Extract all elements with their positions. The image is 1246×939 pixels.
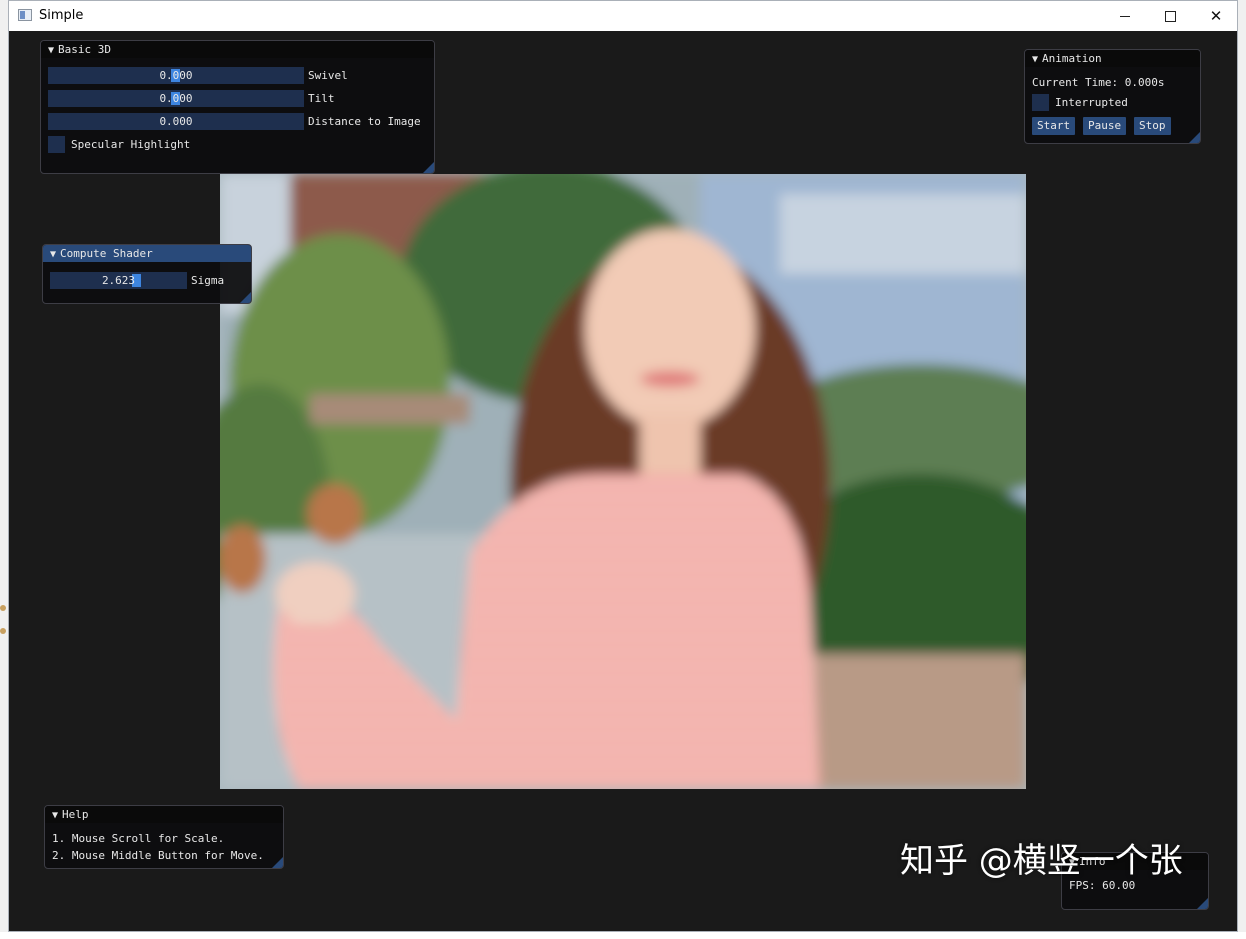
pause-button[interactable]: Pause [1083, 117, 1127, 135]
collapse-arrow-icon[interactable]: ▼ [1032, 51, 1038, 68]
distance-row: 0.000 Distance to Image [48, 113, 428, 131]
tilt-row: 0.000 Tilt [48, 90, 428, 108]
basic3d-panel[interactable]: ▼ Basic 3D 0.000 Swivel 0.000 Tilt 0.000 [40, 40, 435, 174]
panel-title-text: Help [62, 808, 89, 821]
app-window-icon [18, 9, 32, 21]
distance-label: Distance to Image [308, 115, 421, 128]
photo-image [220, 174, 1026, 789]
minimize-icon [1120, 16, 1130, 17]
current-time-text: Current Time: 0.000s [1032, 76, 1165, 89]
render-viewport[interactable]: ▼ Basic 3D 0.000 Swivel 0.000 Tilt 0.000 [9, 31, 1237, 931]
collapse-arrow-icon[interactable]: ▼ [50, 246, 56, 263]
distance-slider[interactable]: 0.000 [48, 113, 304, 130]
resize-grip-icon[interactable] [1189, 132, 1200, 143]
start-button[interactable]: Start [1032, 117, 1076, 135]
compute-shader-panel[interactable]: ▼ Compute Shader 2.623 Sigma [42, 244, 252, 304]
interrupted-checkbox[interactable] [1032, 94, 1049, 111]
stop-button[interactable]: Stop [1134, 117, 1171, 135]
panel-title-text: Compute Shader [60, 247, 153, 260]
animation-panel[interactable]: ▼ Animation Current Time: 0.000s Interrup… [1024, 49, 1201, 144]
resize-grip-icon[interactable] [1197, 898, 1208, 909]
maximize-icon [1164, 11, 1176, 22]
close-icon: ✕ [1209, 7, 1223, 25]
close-button[interactable]: ✕ [1193, 1, 1239, 31]
tilt-slider[interactable]: 0.000 [48, 90, 304, 107]
bottom-edge [0, 932, 1246, 939]
minimize-button[interactable] [1102, 1, 1148, 31]
specular-label: Specular Highlight [71, 138, 191, 151]
help-panel[interactable]: ▼ Help 1. Mouse Scroll for Scale. 2. Mous… [44, 805, 284, 869]
window-title: Simple [39, 8, 84, 23]
slider-value: 0.000 [159, 115, 193, 128]
slider-value: 2.623 [101, 274, 136, 287]
help-panel-title[interactable]: ▼ Help [45, 806, 283, 823]
tilt-label: Tilt [308, 92, 335, 105]
blurred-photo [220, 174, 1026, 789]
collapse-arrow-icon[interactable]: ▼ [48, 42, 54, 59]
collapse-arrow-icon[interactable]: ▼ [52, 807, 58, 824]
edge-dot [0, 628, 6, 634]
specular-checkbox[interactable] [48, 136, 65, 153]
slider-value: 0.000 [159, 69, 193, 82]
animation-panel-title[interactable]: ▼ Animation [1025, 50, 1200, 67]
swivel-slider[interactable]: 0.000 [48, 67, 304, 84]
resize-grip-icon[interactable] [240, 292, 251, 303]
compute-panel-title[interactable]: ▼ Compute Shader [43, 245, 251, 262]
edge-dot [0, 605, 6, 611]
resize-grip-icon[interactable] [423, 162, 434, 173]
maximize-button[interactable] [1147, 1, 1193, 31]
watermark-text: 知乎 @横竖一个张 [900, 841, 1183, 881]
panel-title-text: Animation [1042, 52, 1102, 65]
app-window: Simple ✕ ▼ Basic 3D 0.000 Swivel 0.000 T… [8, 0, 1238, 932]
help-line: 2. Mouse Middle Button for Move. [52, 849, 264, 862]
basic3d-panel-title[interactable]: ▼ Basic 3D [41, 41, 434, 58]
panel-title-text: Basic 3D [58, 43, 112, 56]
title-bar[interactable]: Simple ✕ [9, 1, 1237, 31]
specular-row: Specular Highlight [48, 136, 348, 154]
slider-value: 0.000 [159, 92, 193, 105]
swivel-label: Swivel [308, 69, 348, 82]
help-line: 1. Mouse Scroll for Scale. [52, 832, 225, 845]
sigma-slider[interactable]: 2.623 [50, 272, 187, 289]
sigma-row: 2.623 Sigma [50, 272, 250, 290]
swivel-row: 0.000 Swivel [48, 67, 428, 85]
resize-grip-icon[interactable] [272, 857, 283, 868]
interrupted-label: Interrupted [1055, 96, 1128, 109]
sigma-label: Sigma [191, 274, 225, 287]
